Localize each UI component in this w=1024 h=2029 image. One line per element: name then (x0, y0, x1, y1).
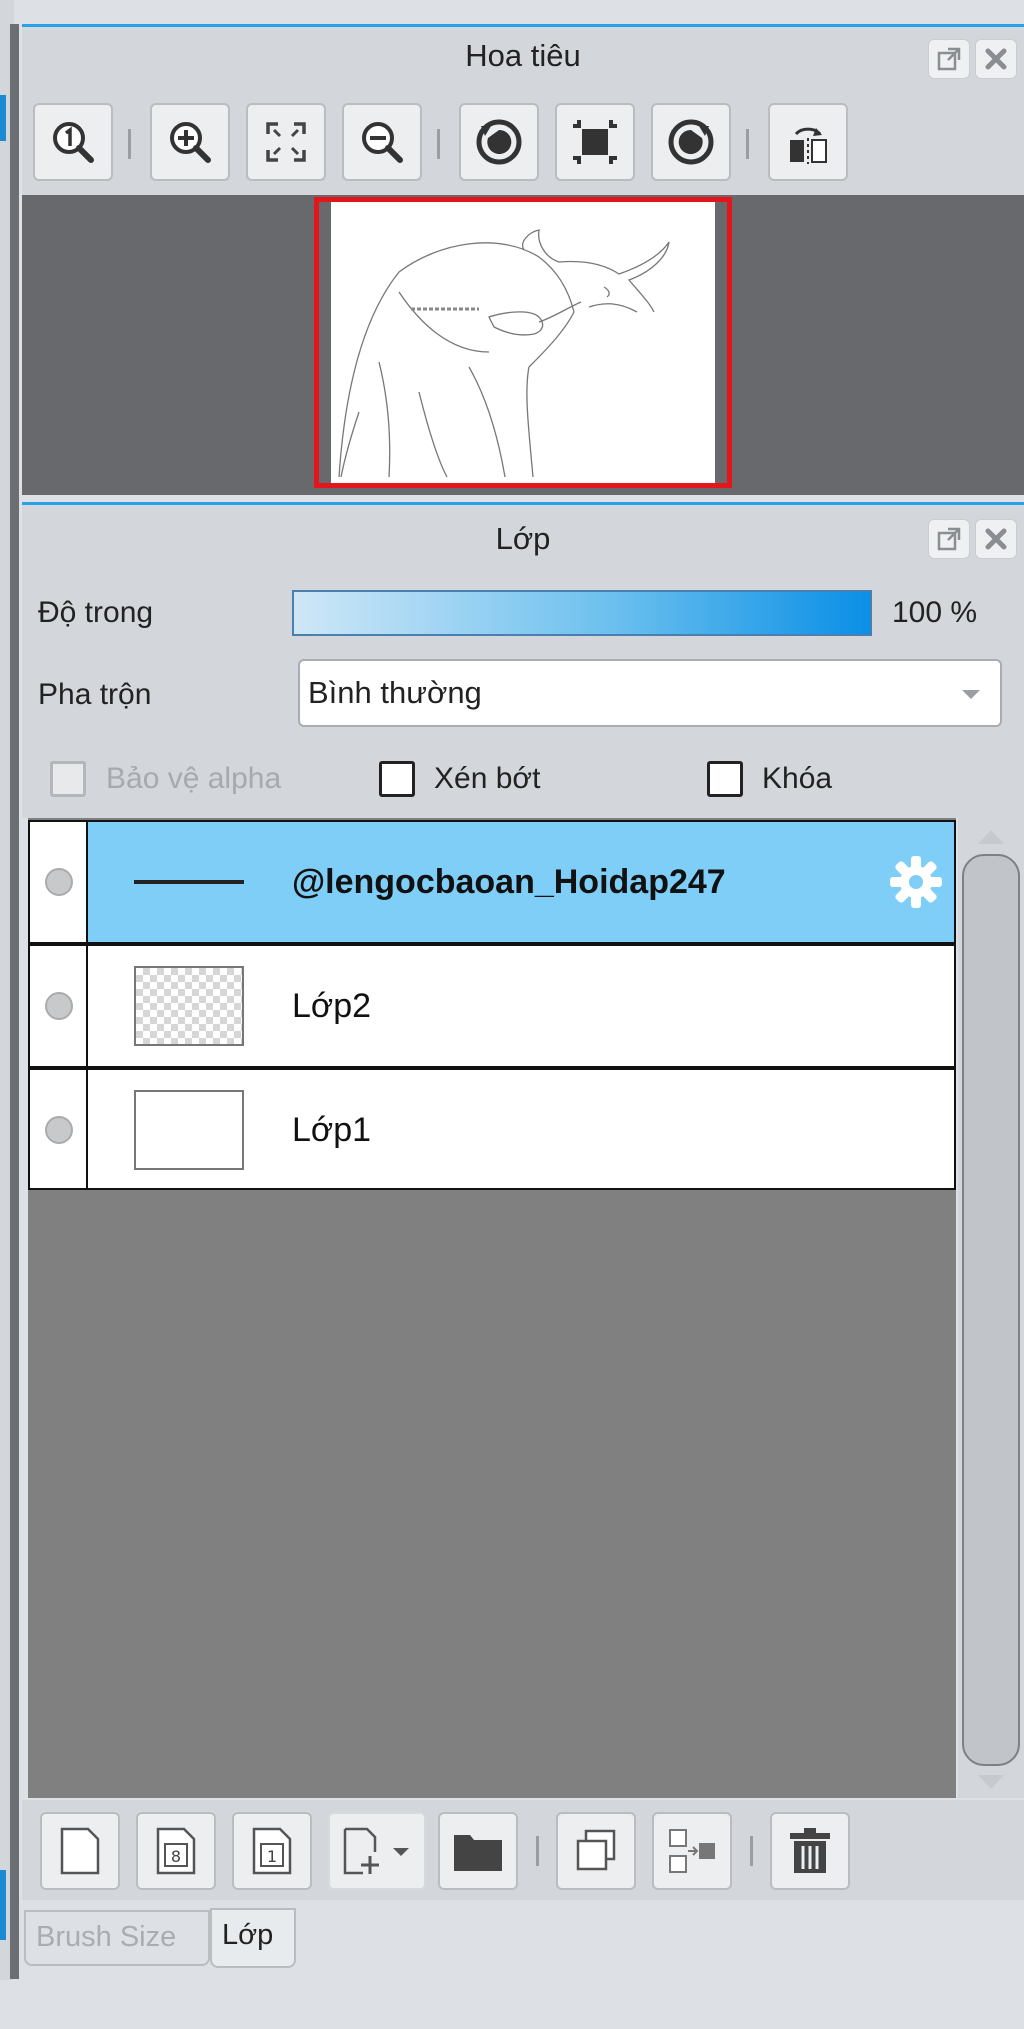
zoom-in-button[interactable] (150, 103, 230, 181)
zoom-actual-button[interactable] (33, 103, 113, 181)
navigator-viewport-frame[interactable] (314, 197, 732, 488)
add-layer-dropdown-icon (343, 1827, 409, 1875)
zoom-actual-icon (53, 122, 94, 163)
scrollbar-thumb[interactable] (962, 854, 1020, 1766)
layer-name: @lengocbaoan_Hoidap247 (292, 863, 726, 901)
close-button[interactable] (975, 519, 1017, 559)
add-layer-dropdown-button[interactable] (328, 1812, 426, 1890)
new-8bit-layer-icon: 8 (156, 1827, 196, 1875)
delete-layer-icon (790, 1828, 830, 1873)
navigator-header: Hoa tiêu (22, 27, 1024, 85)
visibility-toggle[interactable] (30, 946, 88, 1066)
close-icon (985, 528, 1007, 550)
new-layer-button[interactable] (40, 1812, 120, 1890)
gear-icon (890, 856, 942, 908)
layer-actions-toolbar: 8 1 (22, 1800, 1024, 1900)
new-layer-icon (60, 1827, 100, 1875)
layer-scrollbar[interactable] (958, 818, 1024, 1798)
fit-to-window-button[interactable] (246, 103, 326, 181)
dock-splitter[interactable] (10, 24, 19, 1979)
lock-label: Khóa (762, 762, 833, 795)
svg-text:1: 1 (267, 1847, 277, 1866)
close-button[interactable] (975, 39, 1017, 79)
new-folder-button[interactable] (438, 1812, 518, 1890)
flip-horizontal-button[interactable] (768, 103, 848, 181)
rotate-left-icon (476, 119, 522, 165)
toolbar-separator (536, 1836, 539, 1866)
visibility-toggle[interactable] (30, 1070, 88, 1188)
undock-icon (937, 47, 961, 71)
scroll-up-icon[interactable] (976, 826, 1006, 846)
dock-tabs: Brush Size Lớp (22, 1900, 1024, 2029)
layer-name: Lớp1 (292, 1111, 372, 1149)
layer-thumbnail (134, 966, 244, 1046)
protect-alpha-label: Bảo vệ alpha (106, 762, 282, 795)
new-1bit-layer-icon: 1 (252, 1827, 292, 1875)
blend-mode-select[interactable]: Bình thường (298, 659, 1002, 727)
dock-indicator (0, 1870, 6, 1940)
rotate-left-button[interactable] (459, 103, 539, 181)
eye-icon (45, 992, 73, 1020)
opacity-value: 100 % (892, 596, 978, 629)
eye-icon (45, 1116, 73, 1144)
clipping-label: Xén bớt (434, 762, 541, 795)
reset-view-icon (573, 120, 617, 164)
undock-button[interactable] (928, 39, 970, 79)
protect-alpha-checkbox[interactable] (50, 761, 86, 797)
navigator-toolbar (22, 85, 1024, 195)
flip-horizontal-icon (790, 127, 827, 164)
layers-header: Lớp (22, 505, 1024, 568)
tab-layers[interactable]: Lớp (210, 1908, 296, 1968)
tab-brush-size[interactable]: Brush Size (24, 1910, 210, 1966)
toolbar-separator (437, 129, 440, 159)
layers-title: Lớp (495, 521, 551, 556)
opacity-label: Độ trong (38, 596, 154, 629)
toolbar-separator (746, 129, 749, 159)
reset-view-button[interactable] (555, 103, 635, 181)
scroll-down-icon[interactable] (976, 1773, 1006, 1793)
rotate-right-icon (668, 119, 714, 165)
chevron-down-icon (962, 690, 980, 699)
toolbar-separator (128, 129, 131, 159)
layer-row[interactable]: Lớp2 (28, 944, 956, 1068)
visibility-toggle[interactable] (30, 822, 88, 942)
new-1bit-layer-button[interactable]: 1 (232, 1812, 312, 1890)
zoom-in-icon (170, 122, 211, 163)
undock-icon (937, 527, 961, 551)
merge-down-button[interactable] (652, 1812, 732, 1890)
svg-text:8: 8 (171, 1847, 181, 1866)
close-icon (985, 48, 1007, 70)
zoom-out-button[interactable] (342, 103, 422, 181)
layer-thumbnail (134, 880, 244, 884)
duplicate-layer-icon (576, 1829, 616, 1871)
delete-layer-button[interactable] (770, 1812, 850, 1890)
duplicate-layer-button[interactable] (556, 1812, 636, 1890)
zoom-out-icon (362, 122, 403, 163)
fit-to-window-icon (266, 122, 306, 162)
new-folder-icon (454, 1835, 502, 1871)
layer-thumbnail (134, 1090, 244, 1170)
blend-mode-label: Pha trộn (38, 678, 152, 711)
canvas-preview-image (338, 229, 670, 478)
merge-down-icon (669, 1829, 715, 1873)
undock-button[interactable] (928, 519, 970, 559)
clipping-checkbox[interactable] (379, 761, 415, 797)
layer-name: Lớp2 (292, 987, 372, 1025)
new-8bit-layer-button[interactable]: 8 (136, 1812, 216, 1890)
layer-row[interactable]: @lengocbaoan_Hoidap247 (28, 820, 956, 944)
toolbar-separator (750, 1836, 753, 1866)
dock-indicator (0, 95, 6, 141)
lock-checkbox[interactable] (707, 761, 743, 797)
navigator-title: Hoa tiêu (465, 38, 581, 73)
eye-icon (45, 868, 73, 896)
rotate-right-button[interactable] (651, 103, 731, 181)
opacity-slider[interactable] (292, 590, 872, 636)
blend-mode-value: Bình thường (308, 675, 482, 710)
layer-row[interactable]: Lớp1 (28, 1068, 956, 1190)
